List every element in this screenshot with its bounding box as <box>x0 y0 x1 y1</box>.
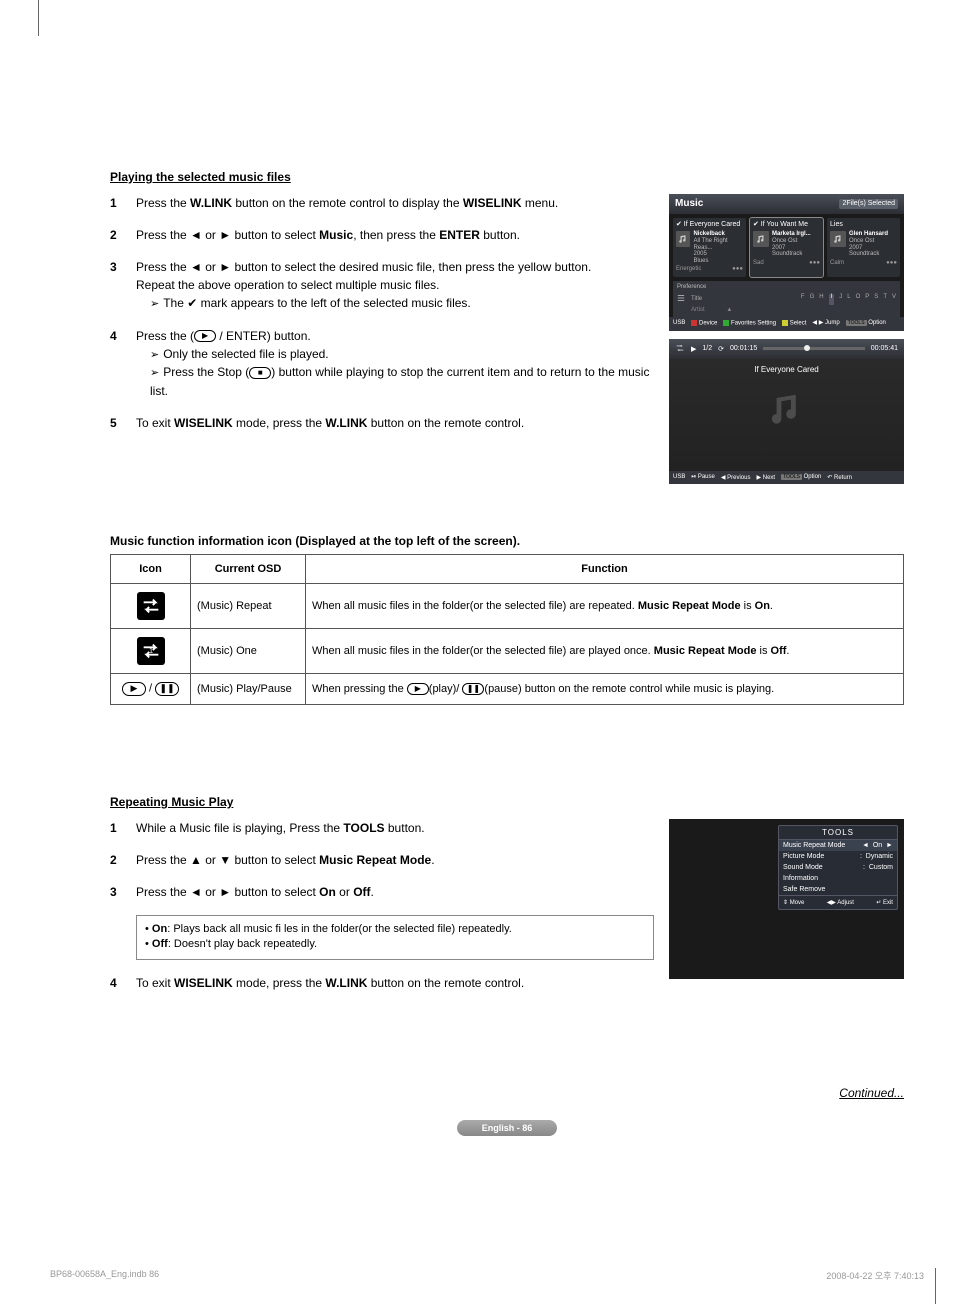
now-playing-title: If Everyone Cared <box>754 365 818 374</box>
tools-chip2: TOOLS <box>781 474 802 480</box>
preference-label: Preference <box>677 284 896 291</box>
th-icon: Icon <box>111 554 191 583</box>
pb-option: Option <box>804 474 822 480</box>
pb-prev: Previous <box>727 475 750 481</box>
tools-row: Information <box>779 873 897 884</box>
track-pos: 1/2 <box>702 345 712 352</box>
music-card: ✔ If You Want Me Marketa Irgl...Once Ost… <box>750 218 823 277</box>
footer-file: BP68-00658A_Eng.indb 86 <box>50 1269 159 1282</box>
info-table: Icon Current OSD Function (Music) Repeat… <box>110 554 904 705</box>
steps1-list: 1Press the W.LINK button on the remote c… <box>110 194 654 484</box>
pb-return: Return <box>834 475 852 481</box>
music-note-icon <box>767 390 807 430</box>
alpha-letter: I <box>829 294 835 305</box>
step: 5To exit WISELINK mode, press the W.LINK… <box>110 414 654 432</box>
sort-title: Title <box>691 296 702 303</box>
alpha-letter: J <box>839 294 842 305</box>
tools-chip: TOOLS <box>846 320 867 326</box>
continued-label: Continued... <box>110 1086 904 1100</box>
section1-title: Playing the selected music files <box>110 170 904 184</box>
alpha-letter: H <box>819 294 823 305</box>
bb-option: Option <box>868 320 886 326</box>
table-row: 1(Music) OneWhen all music files in the … <box>111 628 904 673</box>
section2-title: Repeating Music Play <box>110 795 904 809</box>
page-number-chip: English - 86 <box>457 1120 557 1136</box>
tools-row: Sound Mode: Custom <box>779 862 897 873</box>
bb-device: Device <box>699 321 717 327</box>
music-browser-screenshot: Music 2File(s) Selected ✔ If Everyone Ca… <box>669 194 904 331</box>
tf-exit: Exit <box>883 900 893 906</box>
tools-row: Picture Mode: Dynamic <box>779 851 897 862</box>
table-row: ▶ / ❚❚(Music) Play/PauseWhen pressing th… <box>111 673 904 704</box>
repeat-mini-icon <box>675 343 685 355</box>
step: 3Press the ◄ or ► button to select On or… <box>110 883 654 901</box>
alpha-letter: F <box>801 294 805 305</box>
bb-fav: Favorites Setting <box>731 321 776 327</box>
selected-count-badge: 2File(s) Selected <box>839 199 898 209</box>
music-player-screenshot: ▶ 1/2 ⟳ 00:01:15 00:05:41 If Everyone Ca… <box>669 339 904 484</box>
alpha-letter: G <box>810 294 815 305</box>
usb-label2: USB <box>673 474 685 480</box>
pb-next: Next <box>763 475 775 481</box>
tools-row: Music Repeat Mode◄ On ► <box>779 840 897 851</box>
progress-bar <box>763 347 865 350</box>
total-time: 00:05:41 <box>871 345 898 352</box>
th-osd: Current OSD <box>191 554 306 583</box>
tools-header: TOOLS <box>779 826 897 840</box>
music-browser-title: Music <box>675 198 703 210</box>
alpha-letter: P <box>865 294 869 305</box>
step: 3Press the ◄ or ► button to select the d… <box>110 258 654 313</box>
step: 2Press the ▲ or ▼ button to select Music… <box>110 851 654 869</box>
sort-icon <box>677 294 685 305</box>
loop-icon: ⟳ <box>718 345 724 353</box>
section-playing: Playing the selected music files 1Press … <box>110 170 904 484</box>
alpha-letter: T <box>883 294 887 305</box>
alpha-letter: O <box>856 294 861 305</box>
music-card: ✔ If Everyone Cared NickelbackAll The Ri… <box>673 218 746 277</box>
bb-jump: Jump <box>825 320 840 326</box>
table-row: (Music) RepeatWhen all music files in th… <box>111 583 904 628</box>
section-repeating: Repeating Music Play 1While a Music file… <box>110 795 904 1006</box>
step: 4To exit WISELINK mode, press the W.LINK… <box>110 974 654 992</box>
tf-move: Move <box>790 900 805 906</box>
print-footer: BP68-00658A_Eng.indb 86 2008-04-22 오후 7:… <box>50 1269 924 1282</box>
table-heading: Music function information icon (Display… <box>110 534 904 548</box>
elapsed: 00:01:15 <box>730 345 757 352</box>
step: 2Press the ◄ or ► button to select Music… <box>110 226 654 244</box>
step: 1Press the W.LINK button on the remote c… <box>110 194 654 212</box>
music-card: Lies Glen HansardOnce Ost2007Soundtrack … <box>827 218 900 277</box>
tools-row: Safe Remove <box>779 884 897 895</box>
pb-pause: Pause <box>698 474 715 480</box>
step: 4Press the (▶ / ENTER) button.Only the s… <box>110 327 654 400</box>
sort-artist: Artist <box>691 307 705 313</box>
tf-adjust: Adjust <box>837 900 854 906</box>
th-func: Function <box>306 554 904 583</box>
bb-select: Select <box>790 321 807 327</box>
step: 1While a Music file is playing, Press th… <box>110 819 654 837</box>
usb-label: USB <box>673 320 685 327</box>
alpha-letter: V <box>892 294 896 305</box>
alpha-letter: S <box>874 294 878 305</box>
footer-date: 2008-04-22 오후 7:40:13 <box>826 1269 924 1282</box>
alpha-letter: L <box>847 294 850 305</box>
repeat-note-box: • On: Plays back all music fi les in the… <box>136 915 654 960</box>
tools-menu-screenshot: TOOLS Music Repeat Mode◄ On ►Picture Mod… <box>669 819 904 979</box>
page-content: Playing the selected music files 1Press … <box>0 0 954 1186</box>
svg-text:1: 1 <box>148 646 152 655</box>
